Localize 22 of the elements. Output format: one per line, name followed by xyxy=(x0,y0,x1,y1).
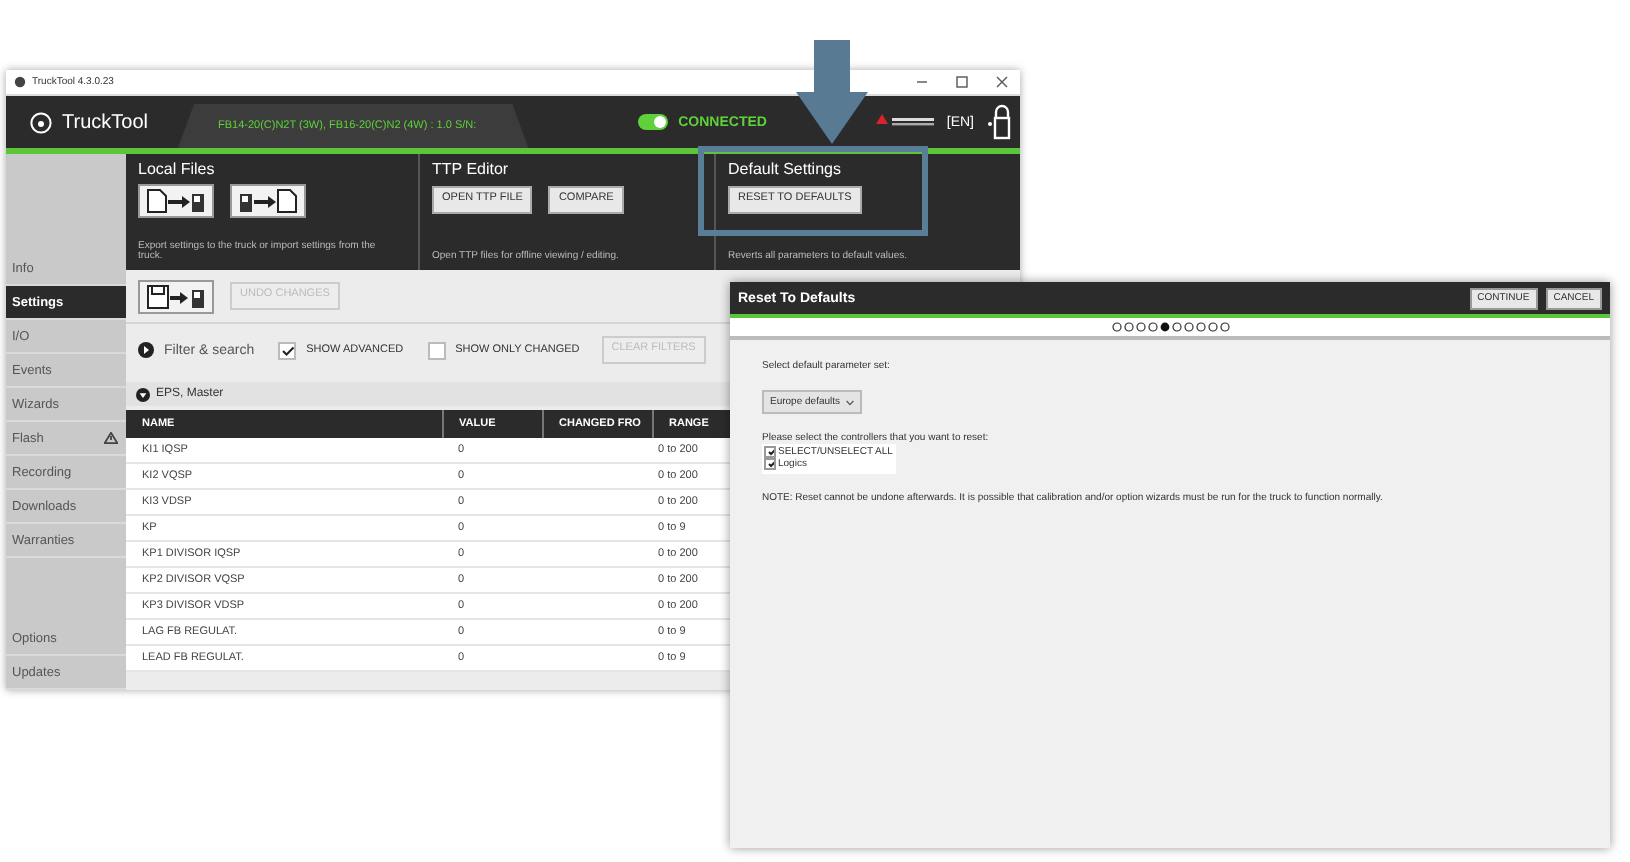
maximize-icon[interactable] xyxy=(956,76,968,88)
brand-logo-icon xyxy=(876,114,937,130)
import-from-truck-button[interactable] xyxy=(230,183,306,217)
checkbox[interactable] xyxy=(278,341,297,359)
chevron-down-icon xyxy=(846,399,855,405)
app-icon xyxy=(14,76,26,88)
section-title: Local Files xyxy=(138,160,217,178)
export-to-truck-button[interactable] xyxy=(138,183,214,217)
app-name: TruckTool xyxy=(62,111,148,133)
expand-toggle-icon[interactable] xyxy=(138,342,154,358)
checkbox[interactable] xyxy=(764,446,776,458)
minimize-icon[interactable] xyxy=(916,76,928,88)
save-to-truck-button[interactable] xyxy=(138,279,214,313)
checkbox[interactable] xyxy=(764,458,776,470)
toggle-switch[interactable] xyxy=(638,114,669,130)
logo-icon xyxy=(30,111,52,133)
user-lock-icon[interactable] xyxy=(984,104,1013,140)
close-icon[interactable] xyxy=(996,76,1008,88)
down-arrow-icon xyxy=(796,40,868,144)
checkbox[interactable] xyxy=(427,341,446,359)
section-title: TTP Editor xyxy=(432,160,511,178)
section-title: Default Settings xyxy=(728,160,843,178)
